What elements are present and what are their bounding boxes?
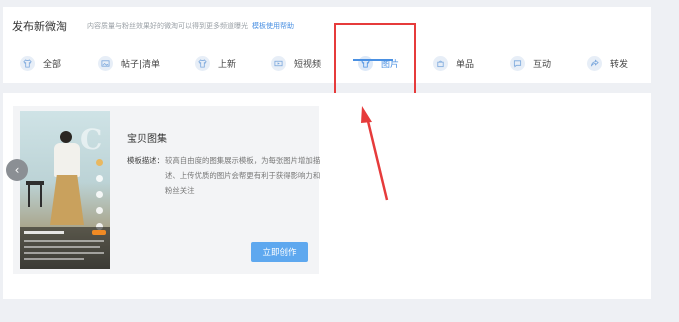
template-tabs: 全部 帖子|清单 上新 短视频 图片 单品 互动 转发 [3,51,651,79]
help-link[interactable]: 模板使用帮助 [252,22,294,30]
video-icon [271,55,286,71]
annotation-highlight-box [334,23,416,101]
chat-icon [510,55,525,71]
carousel-prev-button[interactable]: ‹ [6,159,28,181]
tab-single-item[interactable]: 单品 [433,51,474,75]
template-list-panel: C 宝贝图集 模板描述： 较高自由度的图集展示模板，为每张图片增加描述、上传优质… [3,93,651,299]
bag-icon [433,55,448,71]
shirt-icon [20,55,35,71]
tab-label: 帖子|清单 [121,59,161,70]
create-now-button[interactable]: 立即创作 [251,242,308,262]
page-description: 内容质量与粉丝效果好的微淘可以得到更多频道曝光 模板使用帮助 [87,21,294,31]
tab-posts-lists[interactable]: 帖子|清单 [98,51,160,75]
page-title: 发布新微淘 [12,20,67,33]
share-icon [587,55,602,71]
chevron-left-icon: ‹ [14,163,20,177]
tab-label: 短视频 [294,59,322,70]
template-title: 宝贝图集 [127,134,167,145]
tab-label: 互动 [533,59,552,70]
tab-all[interactable]: 全部 [20,51,61,75]
description-label: 模板描述： [127,156,164,165]
tab-repost[interactable]: 转发 [587,51,628,75]
tab-label: 上新 [218,59,237,70]
tab-label: 转发 [610,59,629,70]
tab-new-arrivals[interactable]: 上新 [195,51,236,75]
tab-label: 单品 [456,59,475,70]
tab-label: 全部 [43,59,62,70]
description-text: 内容质量与粉丝效果好的微淘可以得到更多频道曝光 [87,22,248,30]
tab-short-video[interactable]: 短视频 [271,51,321,75]
shirt-icon [195,55,210,71]
template-preview-image: C [20,111,110,269]
template-type-card: 发布新微淘 内容质量与粉丝效果好的微淘可以得到更多频道曝光 模板使用帮助 全部 帖… [3,7,651,83]
tab-interaction[interactable]: 互动 [510,51,551,75]
template-description: 模板描述： 较高自由度的图集展示模板，为每张图片增加描述、上传优质的图片会帮更有… [127,153,325,198]
image-icon [98,55,113,71]
description-text: 较高自由度的图集展示模板，为每张图片增加描述、上传优质的图片会帮更有利于获得影响… [165,156,321,195]
